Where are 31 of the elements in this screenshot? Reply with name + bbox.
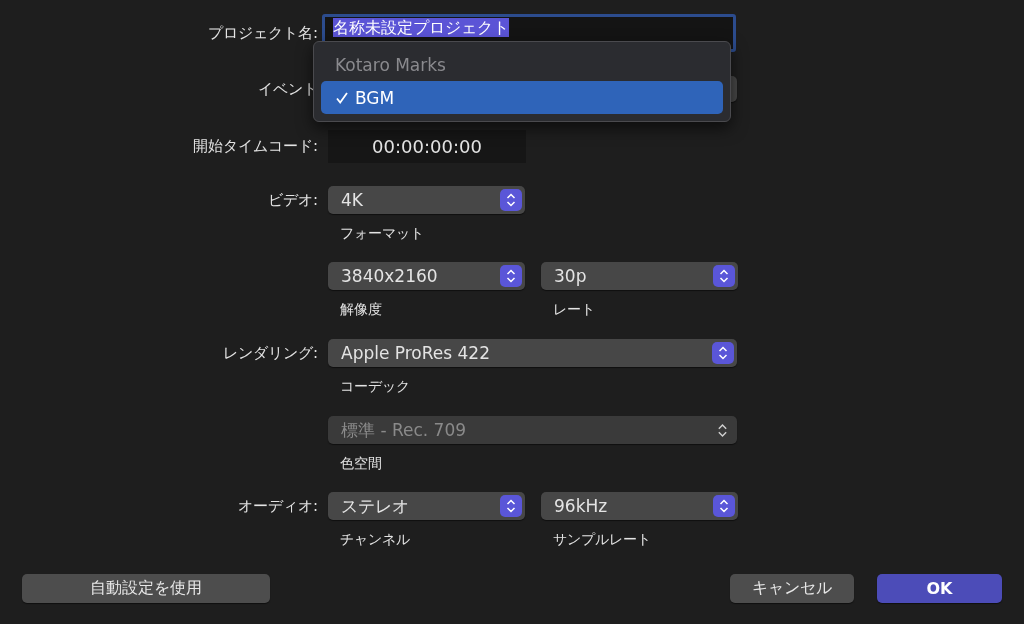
ok-button[interactable]: OK: [877, 574, 1002, 603]
popup-button[interactable]: 30p: [541, 262, 738, 290]
stepper-icon: [500, 495, 522, 517]
stepper-icon: [713, 495, 735, 517]
menu-item[interactable]: BGM: [321, 81, 723, 114]
caption: チャンネル: [339, 530, 411, 548]
popup-button[interactable]: ステレオ: [328, 492, 525, 520]
caption: 色空間: [339, 454, 383, 472]
stepper-icon: [500, 189, 522, 211]
caption: サンプルレート: [552, 530, 652, 548]
dialog-button[interactable]: キャンセル: [730, 574, 854, 603]
field-label: レンダリング:: [221, 343, 318, 364]
field-label: プロジェクト名:: [206, 23, 318, 44]
dialog-button[interactable]: 自動設定を使用: [22, 574, 270, 603]
timecode-field[interactable]: 00:00:00:00: [328, 130, 526, 163]
stepper-icon: [712, 342, 734, 364]
checkmark-icon: [335, 90, 349, 105]
field-label: ビデオ:: [266, 190, 318, 211]
caption: フォーマット: [339, 224, 425, 242]
format-popup[interactable]: 4K: [328, 186, 525, 214]
stepper-icon: [500, 265, 522, 287]
chevron-icon: [717, 421, 728, 439]
field-label: オーディオ:: [236, 496, 318, 517]
stepper-icon: [713, 265, 735, 287]
caption: 解像度: [339, 300, 383, 318]
popup-button[interactable]: 3840x2160: [328, 262, 525, 290]
caption: コーデック: [339, 377, 411, 395]
field-label: 開始タイムコード:: [191, 136, 318, 157]
popup-button[interactable]: Apple ProRes 422: [328, 339, 737, 367]
caption: レート: [552, 300, 596, 318]
popup-button[interactable]: 96kHz: [541, 492, 738, 520]
